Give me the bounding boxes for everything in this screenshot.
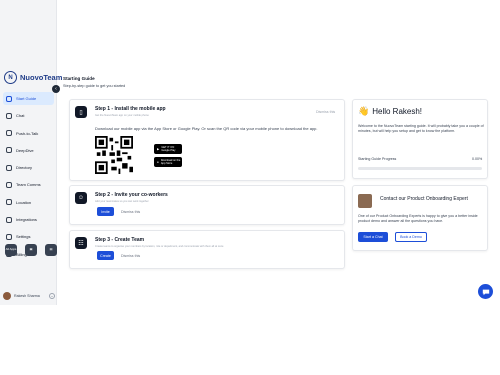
chat-icon <box>6 112 12 119</box>
welcome-title: Hello Rakesh! <box>372 107 423 116</box>
step-1-desc: Get the NuovoTeam app on your mobile pho… <box>95 114 149 117</box>
user-name: Rakesh Sharma <box>14 294 40 298</box>
book-demo-button[interactable]: Book a Demo <box>395 232 427 242</box>
megaphone-icon <box>6 181 12 188</box>
step-3-card: ☷ Step 3 - Create Team Create teams to o… <box>69 230 345 269</box>
team-icon: ☷ <box>75 237 87 249</box>
chat-widget-button[interactable] <box>478 284 493 299</box>
user-menu-icon[interactable]: ⌄ <box>49 293 55 299</box>
progress-bar <box>358 167 482 170</box>
location-pin-icon <box>6 199 12 206</box>
step-1-title: Step 1 - Install the mobile app <box>95 106 166 112</box>
sidebar-item-label: DeepDive <box>16 147 34 153</box>
all-apps-button[interactable]: All Apps <box>5 244 17 256</box>
avatar <box>3 292 11 300</box>
sidebar-item-label: Directory <box>16 165 33 171</box>
create-button[interactable]: Create <box>97 251 114 260</box>
sidebar-actions: All Apps ▣ ▤ <box>5 244 57 256</box>
collapse-sidebar-button[interactable]: ‹ <box>52 85 60 93</box>
step-2-desc: Add your teammates so you can work toget… <box>95 200 149 203</box>
brand[interactable]: N NuovoTeam <box>4 71 62 84</box>
plug-icon <box>6 216 12 223</box>
sidebar-nav: Start Guide Chat Push-to-Talk DeepDive D… <box>3 92 54 265</box>
step-2-card: ☺ Step 2 - Invite your co-workers Add yo… <box>69 185 345 225</box>
start-chat-button[interactable]: Start a Chat <box>358 232 388 242</box>
progress-label: Starting Guide Progress <box>358 157 397 161</box>
page-title: Starting Guide <box>63 76 95 81</box>
step-3-dismiss[interactable]: Dismiss this <box>121 254 140 258</box>
mobile-icon: ▯ <box>75 106 87 118</box>
waving-hand-icon: 👋 <box>358 106 370 116</box>
apple-icon: ● <box>157 160 159 164</box>
step-3-title: Step 3 - Create Team <box>95 237 145 243</box>
brand-logo: N <box>4 71 17 84</box>
sidebar-item-label: Team Comms <box>16 182 41 188</box>
microphone-icon <box>6 130 12 137</box>
all-apps-label: All Apps <box>5 247 17 252</box>
play-icon: ▶ <box>157 147 160 151</box>
sidebar-item-label: Chat <box>16 113 25 119</box>
progress-value: 0.00% <box>472 157 483 161</box>
gear-icon <box>6 233 12 240</box>
sidebar-item-location[interactable]: Location <box>3 196 54 209</box>
welcome-heading: 👋 Hello Rakesh! <box>358 106 422 117</box>
google-play-label: GET IT ON Google Play <box>161 146 176 152</box>
app-store-badge[interactable]: ● Download on the App Store <box>154 157 182 167</box>
directory-icon <box>6 164 12 171</box>
invite-button[interactable]: Invite <box>97 207 114 216</box>
step-1-dismiss[interactable]: Dismiss this <box>316 110 335 114</box>
sidebar-item-settings[interactable]: Settings <box>3 230 54 243</box>
sidebar: N NuovoTeam Start Guide Chat Push-to-Tal… <box>0 0 62 305</box>
sidebar-item-deepdive[interactable]: DeepDive <box>3 144 54 157</box>
step-2-title: Step 2 - Invite your co-workers <box>95 192 168 198</box>
step-3-desc: Create teams to organise your members by… <box>95 245 224 248</box>
sidebar-item-push-to-talk[interactable]: Push-to-Talk <box>3 127 54 140</box>
sidebar-item-integrations[interactable]: Integrations <box>3 213 54 226</box>
deepdive-icon <box>6 147 12 154</box>
cube-icon[interactable]: ▣ <box>25 244 37 256</box>
box-icon[interactable]: ▤ <box>45 244 57 256</box>
step-1-body: Download our mobile app via the App Stor… <box>95 126 318 131</box>
expert-text: One of our Product Onboarding Experts is… <box>358 214 478 223</box>
expert-avatar <box>358 194 372 208</box>
user-profile[interactable]: Rakesh Sharma ⌄ <box>3 292 55 300</box>
chat-bubble-icon <box>482 289 489 295</box>
sidebar-item-directory[interactable]: Directory <box>3 161 54 174</box>
sidebar-item-label: Integrations <box>16 217 37 223</box>
page-subtitle: Step-by-step guide to get you started <box>63 84 126 88</box>
sidebar-item-label: Settings <box>16 234 31 240</box>
sidebar-item-chat[interactable]: Chat <box>3 109 54 122</box>
sidebar-item-team-comms[interactable]: Team Comms <box>3 178 54 191</box>
step-2-dismiss[interactable]: Dismiss this <box>121 210 140 214</box>
users-icon: ☺ <box>75 192 87 204</box>
welcome-text: Welcome to the NuovoTeam starting guide.… <box>358 124 484 134</box>
brand-name: NuovoTeam <box>20 73 63 82</box>
expert-title: Contact our Product Onboarding Expert <box>380 196 468 202</box>
sidebar-item-label: Start Guide <box>16 96 37 101</box>
app-store-label: Download on the App Store <box>160 159 181 165</box>
qr-code <box>95 136 133 174</box>
rocket-icon <box>6 95 12 102</box>
sidebar-item-start-guide[interactable]: Start Guide <box>3 92 54 105</box>
sidebar-item-label: Location <box>16 199 32 205</box>
sidebar-item-label: Push-to-Talk <box>16 130 39 136</box>
google-play-badge[interactable]: ▶ GET IT ON Google Play <box>154 144 182 154</box>
